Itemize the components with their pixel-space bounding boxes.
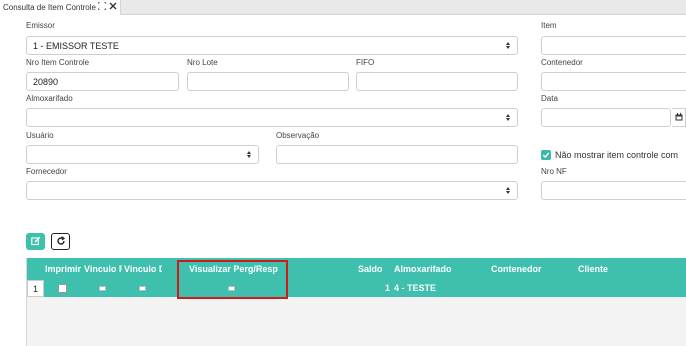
nro-item-controle-input[interactable]: 20890	[26, 72, 179, 91]
item-input[interactable]	[541, 36, 686, 55]
column-header-imprimir[interactable]: Imprimir	[45, 264, 82, 274]
nao-mostrar-label: Não mostrar item controle com	[555, 150, 679, 160]
nro-item-controle-value: 20890	[33, 76, 59, 87]
row-number: 1	[27, 280, 44, 297]
grid-header: Imprimir Vinculo F Vinculo D Visualizar …	[27, 258, 686, 280]
data-input[interactable]	[541, 108, 671, 127]
observacao-input[interactable]	[276, 145, 518, 164]
nro-lote-label: Nro Lote	[187, 58, 218, 67]
usuario-label: Usuário	[26, 131, 54, 140]
almoxarifado-label: Almoxarifado	[26, 94, 73, 103]
vinculo-f-button[interactable]	[99, 286, 106, 291]
nro-lote-input[interactable]	[187, 72, 349, 91]
saldo-cell: 1	[385, 283, 391, 293]
edit-icon	[30, 236, 41, 248]
calendar-button[interactable]	[672, 108, 686, 127]
almoxarifado-cell: 4 - TESTE	[394, 283, 437, 293]
tab-bar: Consulta de Item Controle	[0, 0, 686, 15]
table-row[interactable]: 1 4 - TESTE	[27, 280, 686, 297]
item-label: Item	[541, 21, 557, 30]
fifo-label: FIFO	[356, 58, 375, 67]
tab-title: Consulta de Item Controle	[3, 3, 96, 12]
tab-consulta-item-controle[interactable]: Consulta de Item Controle	[0, 0, 121, 15]
nro-nf-input[interactable]	[541, 181, 686, 200]
contenedor-input[interactable]	[541, 72, 686, 91]
imprimir-checkbox[interactable]	[58, 284, 67, 293]
fifo-input[interactable]	[356, 72, 518, 91]
column-header-vinculo-f[interactable]: Vinculo F	[84, 264, 122, 274]
expand-icon[interactable]	[97, 1, 107, 12]
emissor-label: Emissor	[26, 21, 55, 30]
close-icon[interactable]	[109, 2, 117, 12]
column-header-contenedor[interactable]: Contenedor	[491, 264, 542, 274]
edit-button[interactable]	[26, 233, 45, 250]
fornecedor-label: Fornecedor	[26, 167, 67, 176]
nao-mostrar-checkbox[interactable]	[541, 150, 551, 160]
data-label: Data	[541, 94, 558, 103]
results-grid: Imprimir Vinculo F Vinculo D Visualizar …	[26, 258, 686, 346]
fornecedor-select[interactable]	[26, 181, 518, 200]
column-header-saldo[interactable]: Saldo	[358, 264, 383, 274]
nro-item-controle-label: Nro Item Controle	[26, 58, 90, 67]
emissor-select[interactable]: 1 - EMISSOR TESTE	[26, 36, 518, 55]
column-header-vinculo-d[interactable]: Vinculo D	[124, 264, 162, 274]
calendar-icon	[675, 112, 683, 123]
column-header-almoxarifado[interactable]: Almoxarifado	[394, 264, 452, 274]
refresh-icon	[56, 235, 66, 248]
usuario-select[interactable]	[26, 145, 259, 164]
emissor-value: 1 - EMISSOR TESTE	[33, 40, 119, 51]
column-header-cliente[interactable]: Cliente	[578, 264, 608, 274]
vinculo-d-button[interactable]	[139, 286, 146, 291]
observacao-label: Observação	[276, 131, 320, 140]
contenedor-label: Contenedor	[541, 58, 583, 67]
almoxarifado-select[interactable]	[26, 108, 518, 127]
refresh-button[interactable]	[51, 233, 70, 250]
nro-nf-label: Nro NF	[541, 167, 567, 176]
highlight-box	[177, 260, 288, 299]
